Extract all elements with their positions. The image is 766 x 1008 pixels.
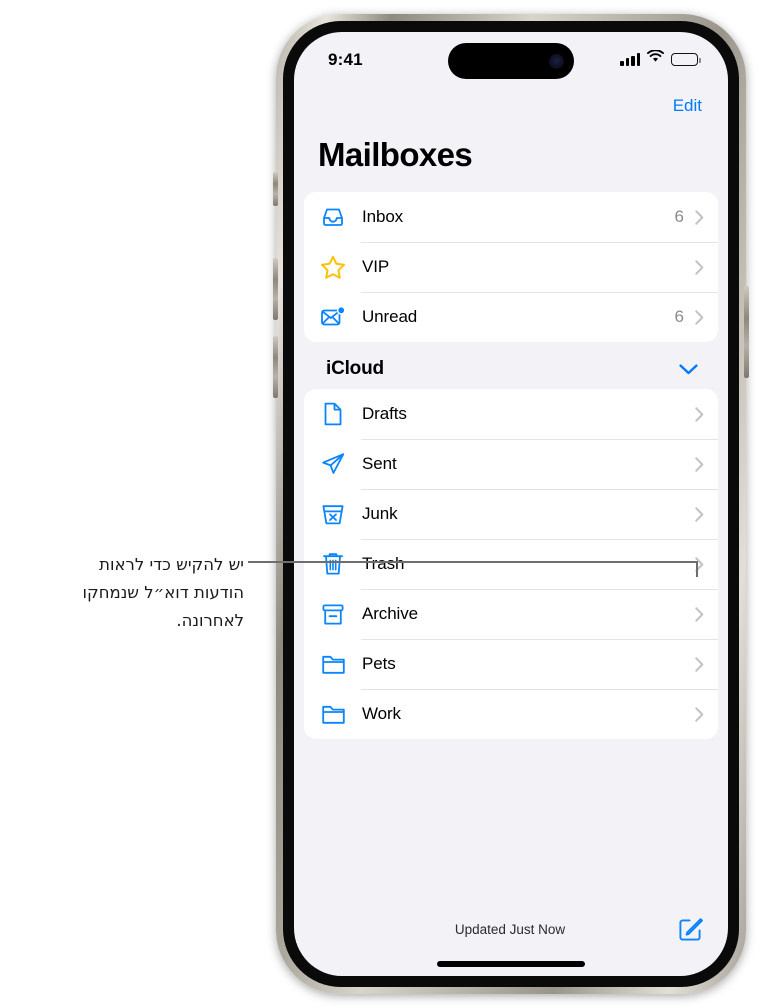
wifi-icon: [647, 49, 664, 68]
mailbox-label: Trash: [362, 554, 405, 573]
mailbox-count: 6: [674, 307, 684, 326]
power-button[interactable]: [744, 286, 749, 378]
mailbox-label: Pets: [362, 654, 396, 673]
callout-leader-line-horizontal: [248, 561, 698, 563]
mailbox-label: Sent: [362, 454, 397, 473]
volume-down-button[interactable]: [273, 336, 278, 398]
chevron-down-icon[interactable]: [679, 363, 698, 375]
section-title: iCloud: [326, 358, 384, 379]
mailbox-count: 6: [674, 207, 684, 226]
mailbox-label: VIP: [362, 257, 390, 276]
mailbox-row-archive[interactable]: Archive: [304, 589, 718, 639]
compose-icon[interactable]: [678, 916, 704, 942]
mailbox-row-work[interactable]: Work: [304, 689, 718, 739]
folder-icon: [318, 704, 348, 725]
chevron-right-icon: [695, 656, 704, 672]
mailbox-row-pets[interactable]: Pets: [304, 639, 718, 689]
favorites-card: Inbox 6 VIP Unread 6: [304, 192, 718, 342]
mailbox-row-sent[interactable]: Sent: [304, 439, 718, 489]
unread-envelope-icon: [318, 306, 348, 328]
callout-text: יש להקיש כדי לראות הודעות דוא״ל שנמחקו ל…: [0, 551, 244, 635]
folder-icon: [318, 654, 348, 675]
mailbox-label: Drafts: [362, 404, 407, 423]
battery-icon: [671, 52, 701, 66]
star-icon: [318, 255, 348, 280]
chevron-right-icon: [695, 606, 704, 622]
updated-status-label: Updated Just Now: [454, 921, 566, 937]
chevron-right-icon: [695, 706, 704, 722]
phone-screen: 9:41 Edit Mailboxes Inbox 6 VIP Unread 6…: [294, 32, 728, 976]
mailbox-row-junk[interactable]: Junk: [304, 489, 718, 539]
front-camera-icon: [549, 53, 564, 69]
mailbox-label: Work: [362, 704, 401, 723]
mailbox-row-drafts[interactable]: Drafts: [304, 389, 718, 439]
bottom-toolbar: Updated Just Now: [294, 916, 728, 942]
mailbox-row-vip[interactable]: VIP: [304, 242, 718, 292]
document-icon: [318, 402, 348, 426]
page-title: Mailboxes: [318, 136, 473, 173]
chevron-right-icon: [695, 506, 704, 522]
mailbox-label: Archive: [362, 604, 418, 623]
chevron-right-icon: [695, 209, 704, 225]
mailbox-row-unread[interactable]: Unread 6: [304, 292, 718, 342]
home-indicator[interactable]: [437, 961, 585, 967]
archive-box-icon: [318, 603, 348, 626]
iphone-device: 9:41 Edit Mailboxes Inbox 6 VIP Unread 6…: [273, 14, 749, 994]
chevron-right-icon: [695, 406, 704, 422]
callout-line: הודעות דוא״ל שנמחקו: [82, 583, 244, 602]
mailbox-label: Unread: [362, 307, 418, 326]
dynamic-island: [448, 43, 574, 79]
mailbox-label: Inbox: [362, 207, 404, 226]
callout-line: יש להקיש כדי לראות: [99, 555, 244, 574]
callout-line: לאחרונה.: [176, 611, 244, 630]
junk-bin-icon: [318, 503, 348, 526]
edit-button[interactable]: Edit: [673, 96, 702, 116]
chevron-right-icon: [695, 309, 704, 325]
status-bar: 9:41: [294, 32, 728, 86]
silent-switch-button[interactable]: [273, 172, 278, 206]
mailbox-row-trash[interactable]: Trash: [304, 539, 718, 589]
section-header-icloud[interactable]: iCloud: [304, 342, 718, 389]
callout-leader-line-vertical: [696, 561, 698, 577]
paper-plane-icon: [318, 452, 348, 476]
chevron-right-icon: [695, 259, 704, 275]
inbox-tray-icon: [318, 206, 348, 228]
icloud-mailboxes-card: Drafts Sent Junk Trash Archive Pets Work: [304, 389, 718, 739]
mailbox-label: Junk: [362, 504, 398, 523]
chevron-right-icon: [695, 456, 704, 472]
cellular-bars-icon: [620, 52, 640, 66]
status-indicators: [620, 49, 701, 68]
mailbox-row-inbox[interactable]: Inbox 6: [304, 192, 718, 242]
volume-up-button[interactable]: [273, 258, 278, 320]
status-time: 9:41: [328, 50, 363, 69]
navigation-bar: Edit: [294, 86, 728, 126]
mailbox-list: Inbox 6 VIP Unread 6 iCloud Drafts Sent …: [294, 192, 728, 739]
trash-can-icon: [318, 552, 348, 576]
